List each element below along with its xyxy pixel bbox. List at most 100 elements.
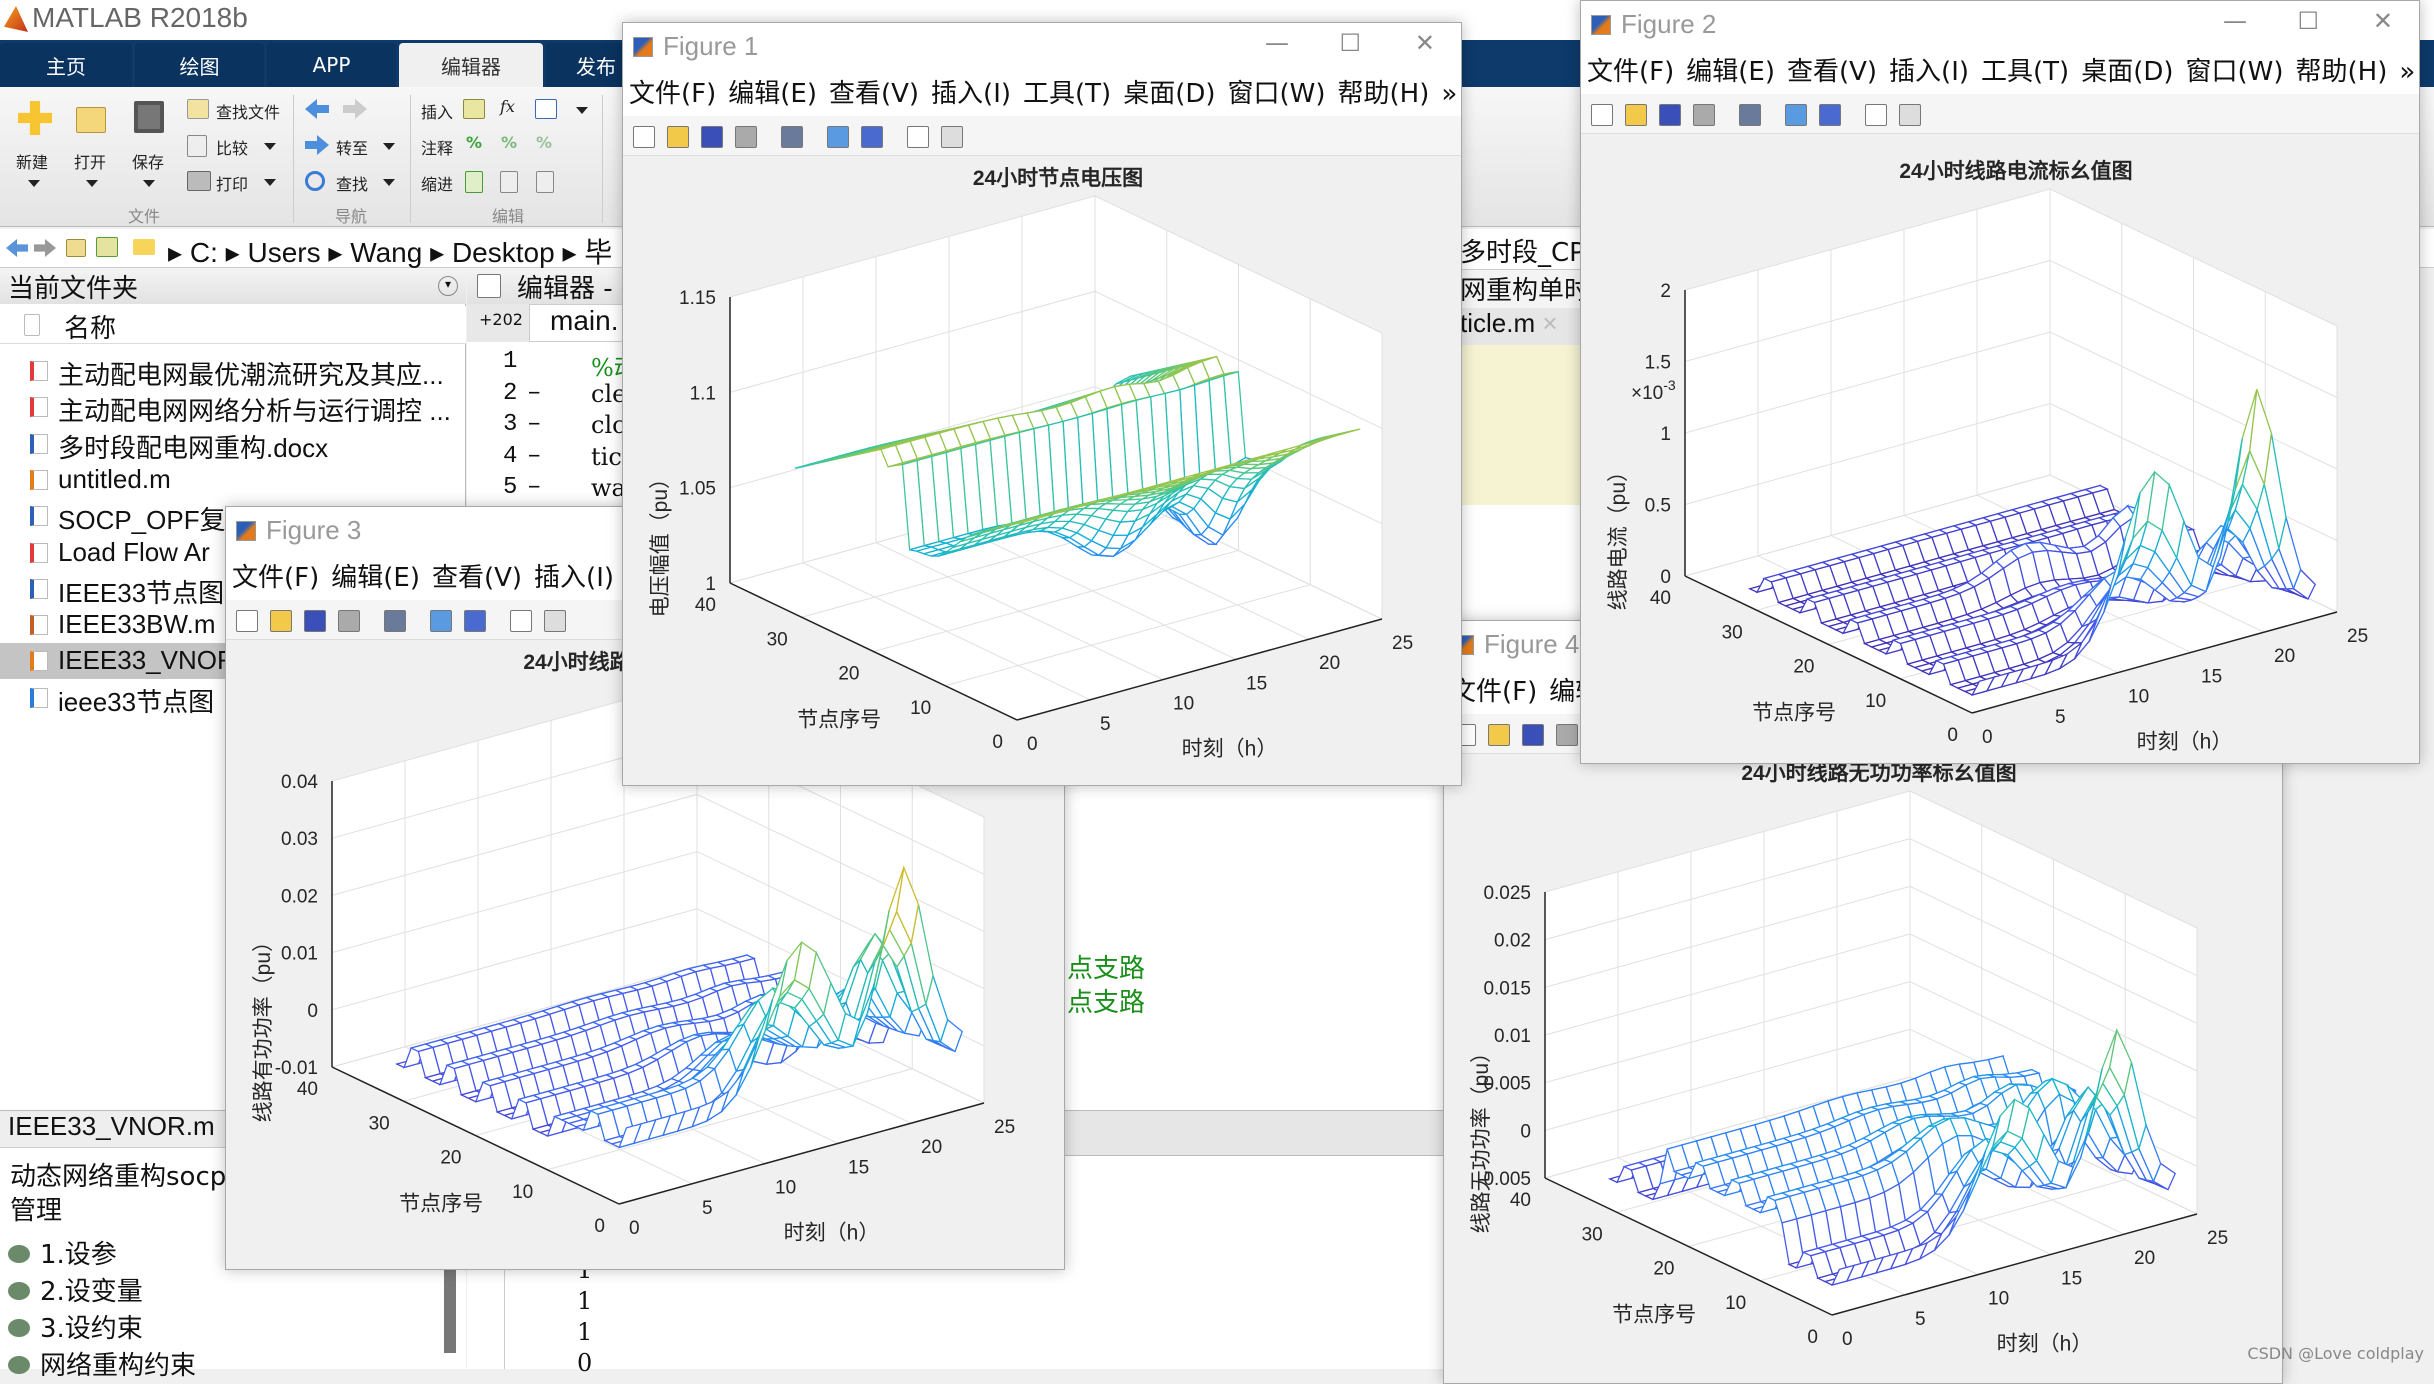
menu-item[interactable]: 窗口(W) — [2186, 57, 2284, 87]
breadcrumb-item[interactable]: Wang — [350, 237, 422, 268]
property-editor-icon[interactable] — [544, 610, 566, 632]
menu-item[interactable]: 编辑(E) — [728, 79, 817, 109]
wrap-comment-icon[interactable]: % — [536, 133, 552, 152]
menu-item[interactable]: 文件(F) — [1450, 677, 1537, 707]
new-file-icon[interactable] — [633, 126, 655, 148]
close-button[interactable]: ✕ — [2373, 7, 2393, 35]
scrollbar-thumb[interactable] — [444, 1265, 456, 1353]
print-button[interactable]: 打印 — [216, 171, 248, 195]
link-icon[interactable] — [1739, 104, 1761, 126]
menu-item[interactable]: 插入(I) — [534, 563, 614, 593]
increase-indent-icon[interactable] — [500, 171, 518, 193]
back-arrow-icon[interactable] — [305, 99, 329, 119]
menu-item[interactable]: 帮助(H) — [1338, 79, 1430, 109]
menu-item[interactable]: 文件(F) — [629, 79, 716, 109]
print-icon[interactable] — [735, 126, 757, 148]
menu-item[interactable]: 窗口(W) — [1228, 79, 1326, 109]
section-item[interactable]: 网络重构约束 — [8, 1345, 196, 1382]
insert-button[interactable]: 插入 — [421, 99, 453, 123]
menu-item[interactable]: 桌面(D) — [1123, 79, 1215, 109]
comment-percent-icon[interactable]: % — [466, 133, 482, 152]
back-icon[interactable] — [6, 239, 28, 257]
chevron-down-icon[interactable] — [86, 180, 98, 187]
editor-tab[interactable]: 网重构单时 — [1460, 270, 1590, 308]
forward-arrow-icon[interactable] — [343, 99, 367, 119]
new-file-icon[interactable] — [1591, 104, 1613, 126]
close-button[interactable]: ✕ — [1415, 29, 1435, 57]
breadcrumb-item[interactable]: Users — [247, 237, 320, 268]
breadcrumb[interactable]: ▸ C: ▸ Users ▸ Wang ▸ Desktop ▸ 毕 — [168, 231, 612, 271]
column-header[interactable]: 名称 — [0, 306, 466, 344]
figure-title-bar[interactable]: Figure 1 — ☐ ✕ — [623, 23, 1461, 73]
chevron-down-icon[interactable] — [383, 143, 395, 150]
save-button[interactable]: 保存 — [132, 149, 164, 173]
menu-overflow-icon[interactable]: » — [1441, 79, 1457, 109]
file-row[interactable]: untitled.m — [0, 462, 466, 498]
save-icon[interactable] — [134, 101, 164, 133]
file-row[interactable]: 主动配电网最优潮流研究及其应... — [0, 353, 466, 390]
file-row[interactable]: 多时段配电网重构.docx — [0, 426, 466, 463]
smart-indent-icon[interactable] — [465, 171, 483, 193]
menu-item[interactable]: 文件(F) — [1587, 57, 1674, 87]
tab-apps[interactable]: APP — [267, 43, 396, 87]
save-icon[interactable] — [701, 126, 723, 148]
tab-editor[interactable]: 编辑器 — [399, 43, 543, 87]
link-icon[interactable] — [384, 610, 406, 632]
fx-icon[interactable]: fx — [500, 97, 515, 116]
menu-item[interactable]: 工具(T) — [1981, 57, 2069, 87]
breadcrumb-item[interactable]: 毕 — [584, 237, 612, 268]
chevron-down-icon[interactable] — [264, 179, 276, 186]
menu-item[interactable]: 查看(V) — [1787, 57, 1877, 87]
forward-icon[interactable] — [34, 239, 56, 257]
open-folder-icon[interactable] — [76, 107, 106, 133]
menu-item[interactable]: 查看(V) — [432, 563, 522, 593]
menu-item[interactable]: 编辑(E) — [331, 563, 420, 593]
up-folder-icon[interactable] — [66, 239, 86, 257]
menu-item[interactable]: 插入(I) — [1889, 57, 1969, 87]
property-editor-icon[interactable] — [1899, 104, 1921, 126]
find-files-button[interactable]: 查找文件 — [216, 99, 280, 123]
breadcrumb-item[interactable]: C: — [190, 237, 218, 268]
save-icon[interactable] — [304, 610, 326, 632]
menu-item[interactable]: 文件(F) — [232, 563, 319, 593]
tab-home[interactable]: 主页 — [0, 43, 132, 87]
section-item[interactable]: 1.设参 — [8, 1234, 117, 1271]
open-icon[interactable] — [1488, 724, 1510, 746]
comment-button[interactable]: 注释 — [421, 135, 453, 159]
tab-plots[interactable]: 绘图 — [135, 43, 264, 87]
goto-button[interactable]: 转至 — [336, 135, 368, 159]
chevron-down-icon[interactable] — [28, 180, 40, 187]
insert-function-icon[interactable] — [535, 99, 557, 119]
menu-item[interactable]: 桌面(D) — [2081, 57, 2173, 87]
print-icon[interactable] — [338, 610, 360, 632]
figure-window[interactable]: Figure 1 — ☐ ✕ 文件(F) 编辑(E) 查看(V) 插入(I) 工具(T) 桌面(D… — [622, 22, 1462, 786]
menu-item[interactable]: 帮助(H) — [2296, 57, 2388, 87]
close-icon[interactable]: × — [1535, 308, 1557, 338]
menu-item[interactable]: 查看(V) — [829, 79, 919, 109]
new-button[interactable]: 新建 — [16, 149, 48, 173]
uncomment-icon[interactable]: % — [501, 133, 517, 152]
save-icon[interactable] — [1522, 724, 1544, 746]
minimize-button[interactable]: — — [1265, 29, 1289, 57]
column-name[interactable]: 名称 — [64, 308, 116, 345]
editor-tab[interactable]: 多时段_CP — [1460, 232, 1585, 270]
chevron-down-icon[interactable] — [576, 107, 588, 114]
pointer-icon[interactable] — [1865, 104, 1887, 126]
menu-overflow-icon[interactable]: » — [2399, 57, 2415, 87]
tab-overflow-button[interactable]: +202 — [479, 310, 523, 329]
colorbar-icon[interactable] — [1785, 104, 1807, 126]
property-editor-icon[interactable] — [941, 126, 963, 148]
minimize-button[interactable]: — — [2223, 7, 2247, 35]
legend-icon[interactable] — [861, 126, 883, 148]
pointer-icon[interactable] — [510, 610, 532, 632]
new-file-icon[interactable] — [236, 610, 258, 632]
colorbar-icon[interactable] — [827, 126, 849, 148]
new-icon[interactable] — [18, 101, 52, 135]
compare-button[interactable]: 比较 — [216, 135, 248, 159]
maximize-button[interactable]: ☐ — [2297, 7, 2319, 35]
breadcrumb-item[interactable]: Desktop — [452, 237, 555, 268]
file-row[interactable]: 主动配电网网络分析与运行调控 ... — [0, 389, 466, 426]
menu-item[interactable]: 工具(T) — [1023, 79, 1111, 109]
save-icon[interactable] — [1659, 104, 1681, 126]
menu-item[interactable]: 编辑(E) — [1686, 57, 1775, 87]
